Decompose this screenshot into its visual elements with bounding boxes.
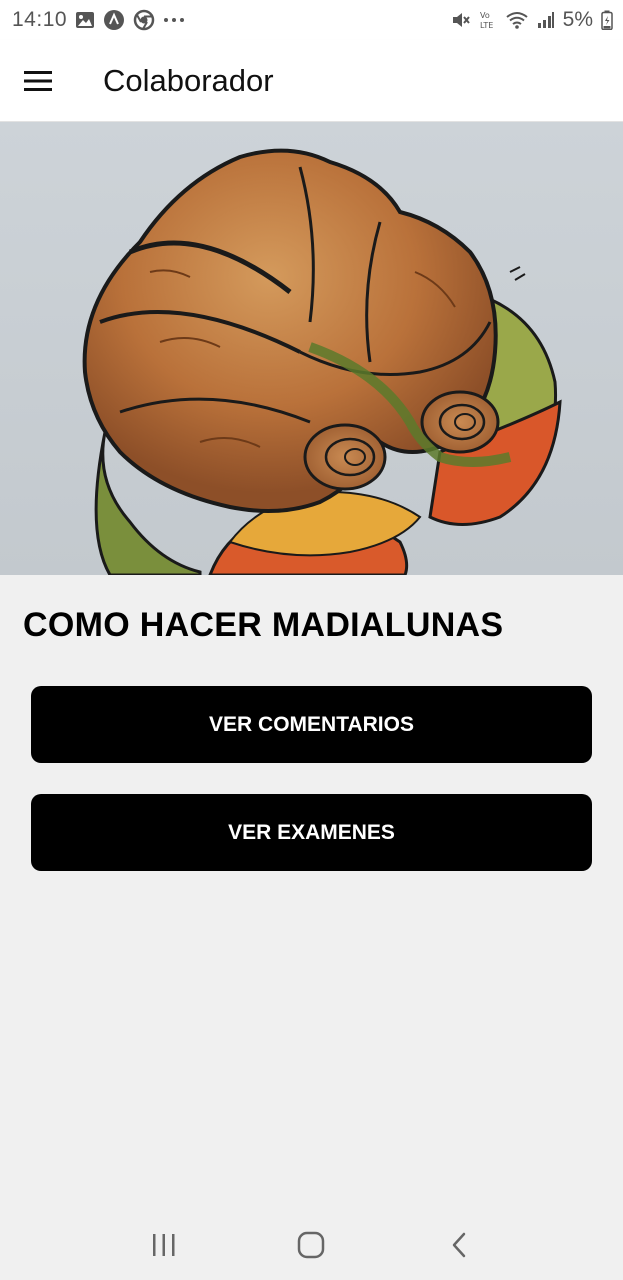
back-icon[interactable] bbox=[429, 1215, 489, 1275]
hero-image bbox=[0, 122, 623, 575]
recent-apps-icon[interactable] bbox=[134, 1215, 194, 1275]
status-right: Vo LTE 5% bbox=[451, 8, 613, 32]
signal-icon bbox=[537, 11, 555, 29]
croissant-illustration bbox=[82, 148, 562, 575]
app-title: Colaborador bbox=[103, 62, 274, 98]
wifi-icon bbox=[505, 10, 529, 30]
more-dots-icon bbox=[163, 17, 185, 23]
hamburger-menu-icon[interactable] bbox=[0, 40, 78, 122]
view-exams-button[interactable]: VER EXAMENES bbox=[31, 794, 592, 871]
app-icon bbox=[103, 9, 125, 31]
mute-icon bbox=[451, 10, 471, 30]
status-bar: 14:10 Vo LTE 5% bbox=[0, 0, 623, 40]
svg-text:LTE: LTE bbox=[480, 21, 493, 30]
system-nav-bar bbox=[0, 1210, 623, 1280]
svg-text:Vo: Vo bbox=[480, 11, 490, 20]
view-comments-button[interactable]: VER COMENTARIOS bbox=[31, 686, 592, 763]
volte-icon: Vo LTE bbox=[479, 10, 497, 30]
chrome-icon bbox=[133, 9, 155, 31]
home-icon[interactable] bbox=[281, 1215, 341, 1275]
image-icon bbox=[75, 11, 95, 29]
battery-level: 5% bbox=[562, 8, 593, 31]
status-time: 14:10 bbox=[12, 8, 68, 31]
status-left: 14:10 bbox=[12, 8, 185, 32]
course-title: COMO HACER MADIALUNAS bbox=[23, 606, 504, 644]
app-bar: Colaborador bbox=[0, 40, 623, 122]
battery-icon bbox=[601, 10, 613, 30]
